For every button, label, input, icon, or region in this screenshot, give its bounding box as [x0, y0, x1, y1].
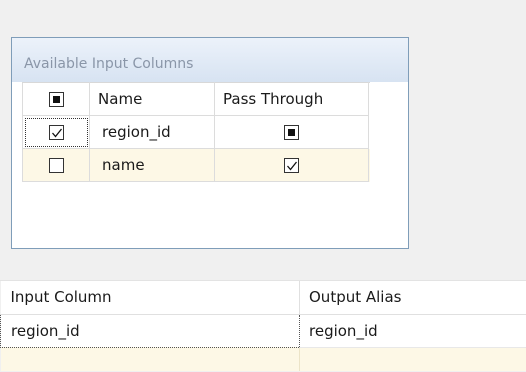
available-columns-grid: Name Pass Through region_id name	[21, 82, 371, 182]
output-alias-header[interactable]: Output Alias	[299, 281, 526, 315]
column-name-cell[interactable]: name	[89, 148, 216, 182]
input-column-cell[interactable]	[0, 347, 300, 371]
checkmark-icon	[51, 128, 62, 138]
row-checkbox-unchecked[interactable]	[48, 158, 64, 173]
select-all-checkbox[interactable]	[48, 92, 64, 107]
box-title: Available Input Columns	[24, 56, 194, 72]
table-row[interactable]: region_id region_id	[0, 313, 526, 348]
columns-panel: Available Input Columns Name Pass Throug…	[0, 0, 526, 256]
available-input-columns-box: Available Input Columns Name Pass Throug…	[11, 37, 409, 249]
input-column-cell[interactable]: region_id	[0, 313, 300, 348]
new-row[interactable]	[0, 347, 526, 371]
name-header[interactable]: Name	[89, 82, 216, 116]
select-all-cell[interactable]	[21, 82, 91, 116]
column-name-cell[interactable]: region_id	[89, 115, 216, 149]
mapping-header-row: Input Column Output Alias	[0, 281, 526, 315]
checkmark-icon	[287, 161, 298, 171]
grid-header-row: Name Pass Through	[21, 82, 370, 116]
pass-through-cell[interactable]	[214, 115, 370, 149]
row-select-cell[interactable]	[21, 115, 91, 149]
editor-canvas: Available Input Columns Name Pass Throug…	[0, 0, 526, 372]
pass-through-cell[interactable]	[214, 148, 370, 182]
row-select-cell[interactable]	[21, 148, 91, 182]
output-alias-cell[interactable]: region_id	[299, 314, 526, 348]
row-checkbox-checked[interactable]	[48, 125, 64, 140]
table-row[interactable]: name	[21, 148, 370, 182]
pass-through-header[interactable]: Pass Through	[214, 82, 370, 116]
output-alias-cell[interactable]	[299, 347, 526, 371]
pass-through-checkbox-indeterminate[interactable]	[284, 125, 300, 140]
input-column-header[interactable]: Input Column	[0, 281, 300, 315]
column-mapping-grid: Input Column Output Alias region_id regi…	[0, 281, 526, 371]
table-row[interactable]: region_id	[21, 115, 371, 149]
pass-through-checkbox-checked[interactable]	[284, 158, 300, 173]
